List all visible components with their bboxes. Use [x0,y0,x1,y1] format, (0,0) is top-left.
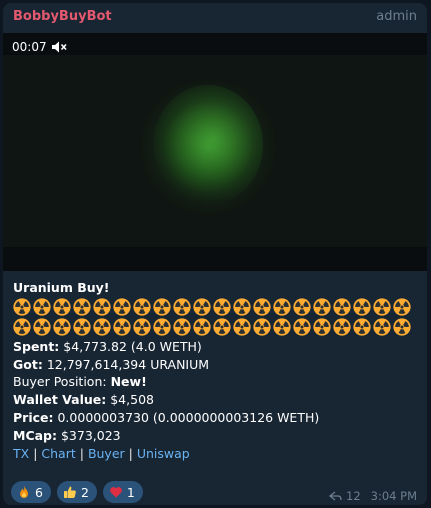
price-value: 0.0000003730 (0.0000000003126 WETH) [57,409,320,425]
links-line: TX | Chart | Buyer | Uniswap [13,445,419,463]
message-meta: 12 3:04 PM [329,489,417,503]
radioactive-icon [73,318,91,336]
link-separator: | [128,445,133,461]
fire-icon [20,486,28,498]
sender-role-badge: admin [376,9,417,24]
radioactive-icon [313,318,331,336]
position-value: New! [110,374,147,390]
mcap-line: MCap: $373,023 [13,427,419,445]
price-line: Price: 0.0000003730 (0.0000000003126 WET… [13,409,419,427]
radioactive-icon [273,298,291,316]
sender-name[interactable]: BobbyBuyBot [13,9,112,24]
got-label: Got: [13,356,43,372]
radioactive-icon [173,298,191,316]
forward-icon [329,491,342,501]
reaction-count: 6 [35,484,43,500]
message-header: BobbyBuyBot admin [3,3,427,33]
radioactive-icon [373,318,391,336]
radioactive-icon [253,318,271,336]
view-count: 12 [346,489,361,503]
radioactive-icon [133,318,151,336]
radioactive-icon [13,298,31,316]
radioactive-emoji-row [13,298,419,338]
buyer-link[interactable]: Buyer [88,446,125,461]
position-line: Buyer Position: New! [13,373,419,391]
radioactive-icon [13,318,31,336]
buy-title: Uranium Buy! [13,280,110,295]
radioactive-icon [293,318,311,336]
radioactive-icon [333,318,351,336]
reaction-heart[interactable]: 1 [102,481,143,503]
radioactive-icon [113,298,131,316]
radioactive-icon [313,298,331,316]
radioactive-icon [333,298,351,316]
reaction-count: 2 [80,484,89,500]
message-text: Uranium Buy! Spent: $4,773.82 (4.0 WETH)… [13,279,419,462]
radioactive-icon [193,298,211,316]
mcap-label: MCap: [13,427,57,443]
radioactive-icon [353,318,371,336]
radioactive-icon [253,298,271,316]
message-bubble: BobbyBuyBot admin 00:07 Uranium Buy! Spe… [3,3,427,505]
radioactive-icon [153,318,171,336]
radioactive-icon [33,298,51,316]
spent-line: Spent: $4,773.82 (4.0 WETH) [13,338,419,356]
thumbs-up-icon [63,486,76,498]
radioactive-icon [53,318,71,336]
radioactive-icon [393,318,411,336]
radioactive-icon [393,298,411,316]
got-value: 12,797,614,394 URANIUM [46,356,210,372]
radioactive-icon [73,298,91,316]
radioactive-icon [173,318,191,336]
tx-link[interactable]: TX [13,446,29,461]
message-timestamp: 3:04 PM [370,489,417,503]
radioactive-icon [233,298,251,316]
radioactive-icon [153,298,171,316]
video-frame[interactable] [3,55,427,247]
radioactive-icon [273,318,291,336]
uniswap-link[interactable]: Uniswap [137,446,190,461]
reactions-bar: 6 2 1 [11,481,149,503]
reaction-fire[interactable]: 6 [11,481,51,503]
radioactive-icon [293,298,311,316]
muted-speaker-icon[interactable] [51,40,67,54]
radioactive-icon [233,318,251,336]
price-label: Price: [13,409,54,425]
radioactive-icon [93,318,111,336]
radioactive-icon [213,298,231,316]
wallet-label: Wallet Value: [13,392,107,408]
radioactive-icon [373,298,391,316]
chart-link[interactable]: Chart [41,446,75,461]
spent-value: $4,773.82 (4.0 WETH) [63,338,202,354]
radioactive-icon [353,298,371,316]
wallet-value: $4,508 [110,392,154,408]
link-separator: | [79,445,84,461]
wallet-line: Wallet Value: $4,508 [13,391,419,409]
link-separator: | [33,445,38,461]
spent-label: Spent: [13,338,60,354]
radioactive-icon [213,318,231,336]
reaction-count: 1 [126,484,135,500]
video-time: 00:07 [12,40,47,54]
position-label: Buyer Position: [13,374,107,390]
video-player[interactable]: 00:07 [3,33,427,271]
mcap-value: $373,023 [60,427,121,443]
radioactive-icon [93,298,111,316]
got-line: Got: 12,797,614,394 URANIUM [13,356,419,374]
radioactive-icon [193,318,211,336]
reaction-thumbs-up[interactable]: 2 [56,481,97,503]
radioactive-icon [113,318,131,336]
radioactive-icon [53,298,71,316]
radioactive-icon [133,298,151,316]
radioactive-icon [33,318,51,336]
heart-icon [110,487,122,498]
